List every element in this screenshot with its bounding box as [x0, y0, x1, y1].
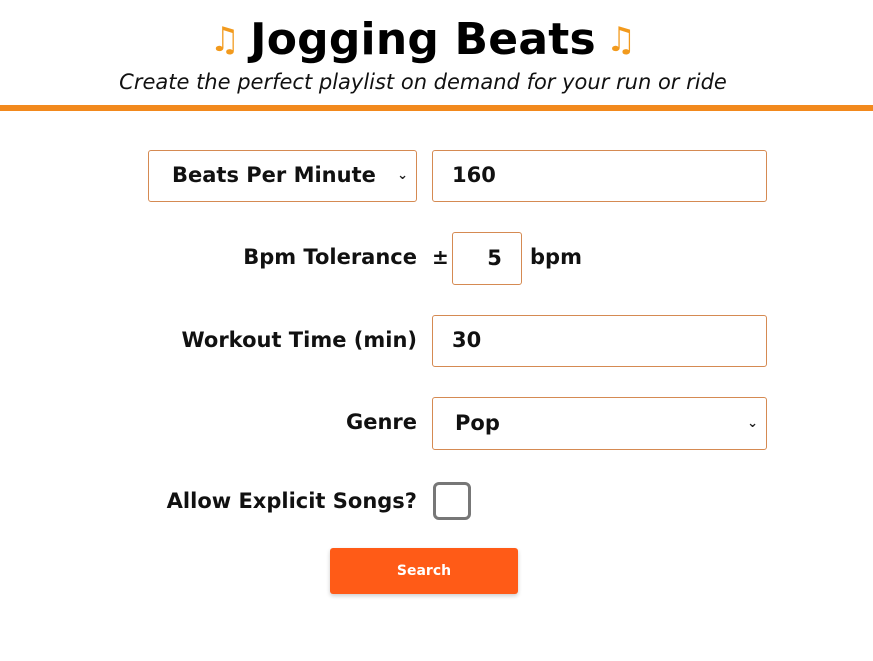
workout-time-input[interactable]: 30 — [432, 315, 767, 367]
workout-time-label: Workout Time (min) — [181, 328, 417, 352]
workout-time-value: 30 — [452, 328, 482, 352]
music-note-icon: ♫ — [209, 19, 241, 60]
genre-select[interactable]: Pop ⌄ — [432, 397, 767, 450]
search-button[interactable]: Search — [330, 548, 518, 594]
bpm-tolerance-value: 5 — [487, 246, 502, 270]
metric-select-value: Beats Per Minute — [172, 163, 376, 187]
page-title: Jogging Beats — [250, 14, 596, 65]
header: ♫ Jogging Beats ♫ Create the perfect pla… — [0, 0, 873, 105]
chevron-down-icon: ⌄ — [397, 168, 408, 183]
genre-select-value: Pop — [455, 411, 500, 435]
header-divider — [0, 105, 873, 111]
page-subtitle: Create the perfect playlist on demand fo… — [119, 70, 727, 94]
bpm-tolerance-input[interactable]: 5 — [452, 232, 522, 285]
bpm-unit-label: bpm — [530, 245, 582, 269]
genre-label: Genre — [345, 410, 417, 434]
allow-explicit-checkbox[interactable] — [433, 482, 471, 520]
allow-explicit-label: Allow Explicit Songs? — [166, 489, 417, 513]
chevron-down-icon: ⌄ — [747, 416, 758, 431]
music-note-icon: ♫ — [605, 19, 637, 60]
bpm-input-value: 160 — [452, 163, 496, 187]
bpm-tolerance-label: Bpm Tolerance — [243, 245, 417, 269]
metric-select[interactable]: Beats Per Minute ⌄ — [148, 150, 417, 202]
plus-minus-sign: ± — [432, 245, 449, 269]
bpm-input[interactable]: 160 — [432, 150, 767, 202]
title-row: ♫ Jogging Beats ♫ — [0, 14, 846, 65]
